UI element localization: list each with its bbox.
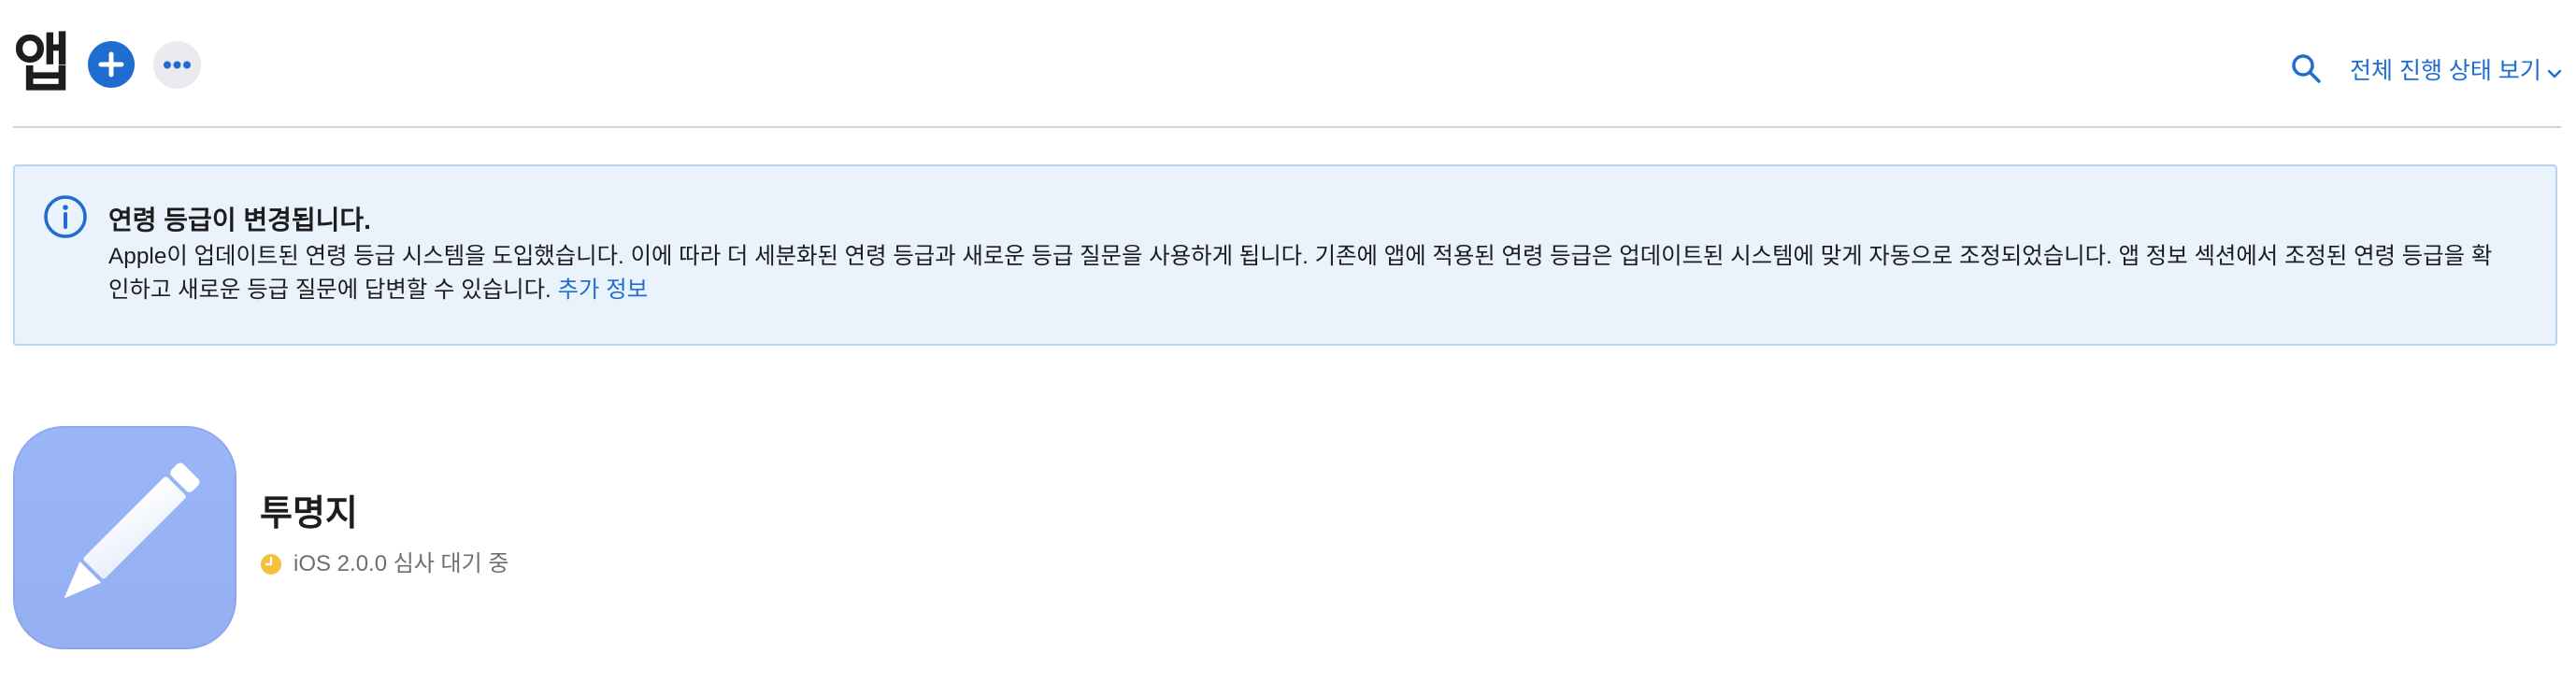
banner-message: Apple이 업데이트된 연령 등급 시스템을 도입했습니다. 이에 따라 더 … [108, 240, 2529, 307]
app-icon[interactable] [13, 426, 236, 649]
search-button[interactable] [2290, 52, 2324, 86]
ellipsis-icon [164, 61, 191, 69]
search-icon [2292, 54, 2321, 83]
info-circle-icon [44, 195, 87, 238]
page-header: 앱 전체 진행 상태 보기 [13, 0, 2562, 128]
banner-message-line-1: Apple이 업데이트된 연령 등급 시스템을 도입했습니다. 이에 따라 더 … [108, 244, 2493, 269]
more-options-button[interactable] [153, 41, 201, 89]
banner-message-line-2: 인하고 새로운 등급 질문에 답변할 수 있습니다. [108, 277, 551, 303]
view-all-progress-link[interactable]: 전체 진행 상태 보기 [2350, 54, 2562, 89]
plus-icon [98, 51, 124, 78]
pencil-icon [64, 462, 200, 599]
chevron-down-icon [2547, 55, 2562, 89]
age-rating-notice-banner: 연령 등급이 변경됩니다. Apple이 업데이트된 연령 등급 시스템을 도입… [13, 164, 2557, 346]
page-title: 앱 [13, 28, 72, 99]
app-store-connect-apps-page: 앱 전체 진행 상태 보기 연령 등급이 변경됩니다. Apple이 업데이트된… [0, 0, 2576, 682]
app-status: iOS 2.0.0 심사 대기 중 [293, 551, 509, 576]
add-app-button[interactable] [88, 41, 135, 88]
app-name[interactable]: 투명지 [260, 488, 358, 540]
more-info-link[interactable]: 추가 정보 [558, 277, 649, 303]
view-all-progress-label: 전체 진행 상태 보기 [2350, 58, 2541, 84]
banner-title: 연령 등급이 변경됩니다. [108, 206, 371, 234]
clock-icon [261, 554, 281, 575]
